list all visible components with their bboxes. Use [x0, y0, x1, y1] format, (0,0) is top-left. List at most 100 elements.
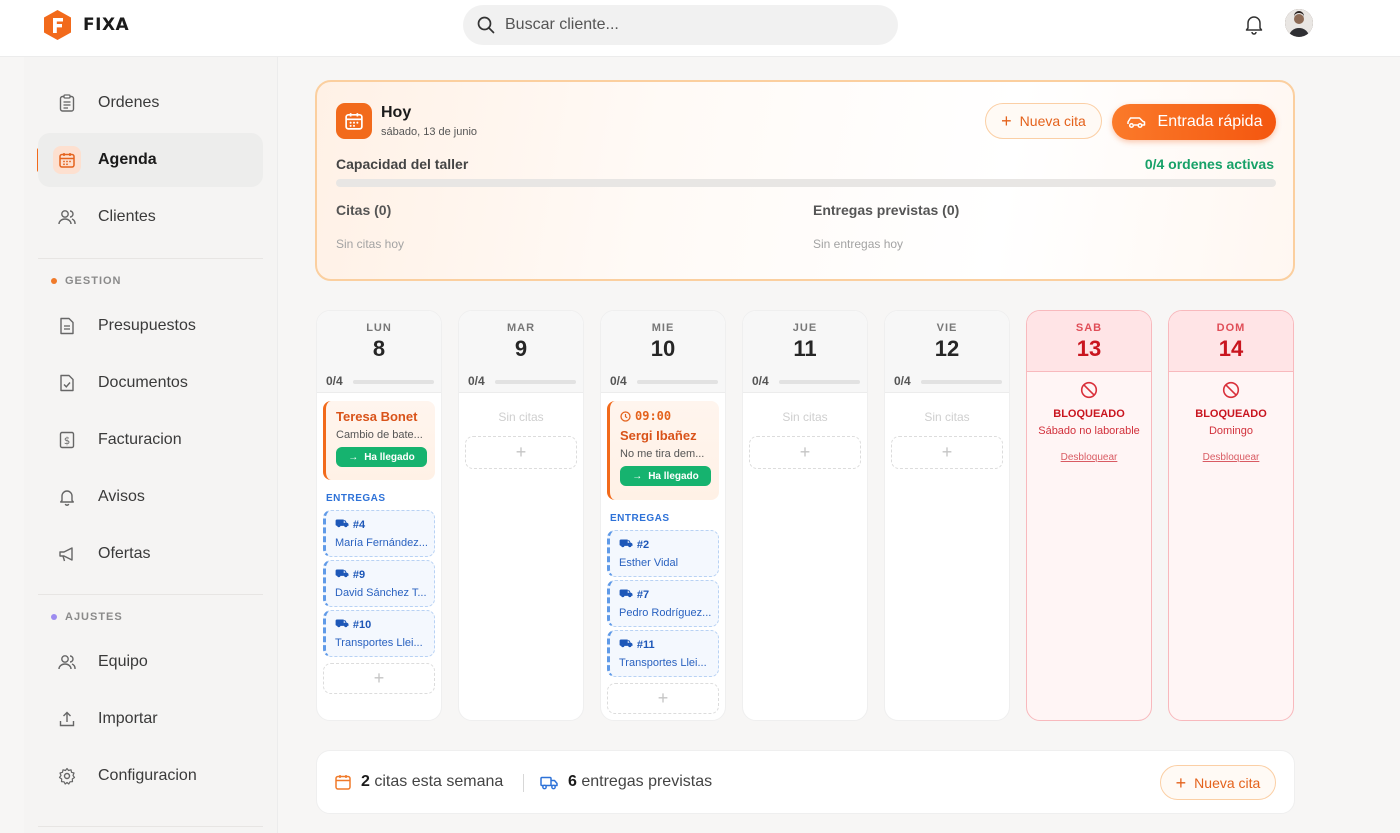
deliveries-summary-label: entregas previstas: [581, 773, 713, 790]
add-appointment-slot[interactable]: +: [465, 436, 577, 469]
day-name: LUN: [366, 322, 392, 334]
search-input[interactable]: [505, 16, 865, 34]
delivery-number: #2: [636, 539, 650, 551]
appointments-summary-text: 2 citas esta semana: [361, 773, 503, 791]
sidebar-item-ordenes[interactable]: Ordenes: [38, 76, 263, 130]
search-icon: [477, 16, 495, 34]
plus-icon: +: [1001, 111, 1012, 131]
section-label-ajustes: AJUSTES: [51, 611, 123, 623]
blocked-icon: [1222, 381, 1240, 399]
svg-text:$: $: [64, 436, 70, 447]
button-label: Nueva cita: [1019, 113, 1086, 129]
truck-icon: ⛟: [619, 588, 633, 600]
new-appointment-button[interactable]: + Nueva cita: [985, 103, 1102, 139]
button-label: Entrada rápida: [1157, 113, 1263, 130]
divider: [38, 826, 263, 827]
clipboard-icon: [58, 94, 76, 112]
arrow-right-icon: →: [632, 470, 643, 482]
day-capacity: 0/4: [743, 373, 867, 393]
day-column-sun: DOM 14 BLOQUEADO Domingo Desbloquear: [1168, 310, 1294, 721]
sidebar-item-facturacion[interactable]: $ Facturacion: [38, 413, 263, 467]
delivery-card[interactable]: ⛟ #9 David Sánchez T...: [323, 560, 435, 607]
calendar-icon: [335, 775, 351, 790]
sidebar-item-label: Ofertas: [98, 545, 151, 562]
appointment-time: 09:00: [620, 409, 719, 423]
unblock-link[interactable]: Desbloquear: [1027, 452, 1151, 463]
day-number: 12: [934, 336, 960, 361]
day-number: 14: [1218, 336, 1244, 361]
add-appointment-slot[interactable]: +: [891, 436, 1003, 469]
day-name: MIE: [651, 322, 675, 334]
sidebar-item-label: Ordenes: [98, 94, 160, 111]
deliveries-label: ENTREGAS: [326, 493, 386, 504]
delivery-card[interactable]: ⛟ #10 Transportes Llei...: [323, 610, 435, 657]
delivery-client: David Sánchez T...: [335, 587, 427, 599]
deliveries-summary: 6 entregas previstas: [540, 773, 712, 791]
sidebar-item-avisos[interactable]: Avisos: [38, 470, 263, 524]
delivery-id: ⛟ #11: [619, 638, 718, 652]
blocked-icon: [1080, 381, 1098, 399]
day-number: 8: [372, 336, 386, 361]
sidebar-item-documentos[interactable]: Documentos: [38, 356, 263, 410]
delivery-id: ⛟ #2: [619, 538, 718, 552]
document-icon: [58, 317, 76, 335]
delivery-id: ⛟ #9: [335, 568, 434, 582]
sidebar-item-label: Equipo: [98, 653, 148, 670]
sidebar-item-presupuestos[interactable]: Presupuestos: [38, 299, 263, 353]
calendar-icon: [53, 146, 81, 174]
delivery-card[interactable]: ⛟ #11 Transportes Llei...: [607, 630, 719, 677]
delivery-card[interactable]: ⛟ #4 María Fernández...: [323, 510, 435, 557]
search-bar[interactable]: [463, 5, 898, 45]
day-header: VIE 12: [885, 311, 1009, 373]
delivery-number: #11: [636, 639, 655, 651]
appointment-card[interactable]: Teresa Bonet Cambio de bate... → Ha lleg…: [323, 401, 435, 480]
notifications-bell-icon[interactable]: [1243, 13, 1265, 35]
day-capacity-value: 0/4: [468, 374, 485, 388]
users-icon: [58, 208, 76, 226]
appointments-title: Citas (0): [336, 202, 392, 218]
deliveries-count: 6: [568, 773, 577, 790]
car-icon: [1126, 117, 1145, 129]
sidebar-item-agenda[interactable]: Agenda: [38, 133, 263, 187]
appointments-summary-label: citas esta semana: [374, 773, 504, 790]
sidebar-item-label: Agenda: [98, 151, 157, 168]
sidebar-item-label: Configuracion: [98, 767, 197, 784]
upload-icon: [58, 710, 76, 728]
day-name: SAB: [1075, 322, 1103, 334]
arrived-button[interactable]: → Ha llegado: [620, 466, 711, 486]
sidebar-item-clientes[interactable]: Clientes: [38, 190, 263, 244]
calendar-icon: [336, 103, 372, 139]
blocked-label: BLOQUEADO: [1195, 408, 1267, 420]
day-column-mon: LUN 8 0/4 Teresa Bonet Cambio de bate...…: [316, 310, 442, 721]
logo-icon: [44, 10, 71, 40]
delivery-card[interactable]: ⛟ #7 Pedro Rodríguez...: [607, 580, 719, 627]
new-appointment-footer-button[interactable]: + Nueva cita: [1160, 765, 1276, 800]
day-header: MIE 10: [601, 311, 725, 373]
sidebar-item-equipo[interactable]: Equipo: [38, 635, 263, 689]
sidebar-item-ofertas[interactable]: Ofertas: [38, 527, 263, 581]
unblock-link[interactable]: Desbloquear: [1169, 452, 1293, 463]
user-avatar[interactable]: [1285, 9, 1313, 37]
arrived-button[interactable]: → Ha llegado: [336, 447, 427, 467]
blocked-label: BLOQUEADO: [1053, 408, 1125, 420]
add-appointment-slot[interactable]: +: [323, 663, 435, 694]
day-capacity: 0/4: [317, 373, 441, 393]
quick-entry-button[interactable]: Entrada rápida: [1112, 104, 1276, 140]
sidebar-item-configuracion[interactable]: Configuracion: [38, 749, 263, 803]
divider: [38, 594, 263, 595]
delivery-card[interactable]: ⛟ #2 Esther Vidal: [607, 530, 719, 577]
appointment-card[interactable]: 09:00 Sergi Ibañez No me tira dem... → H…: [607, 401, 719, 500]
no-appointments-text: Sin citas: [498, 410, 544, 424]
today-panel: Hoy sábado, 13 de junio + Nueva cita Ent…: [315, 80, 1295, 281]
today-title: Hoy: [381, 104, 412, 121]
logo[interactable]: FIXA: [44, 10, 129, 40]
capacity-value: 0/4 ordenes activas: [1144, 156, 1274, 172]
capacity-progress-bar: [336, 179, 1276, 187]
sidebar-item-importar[interactable]: Importar: [38, 692, 263, 746]
day-capacity-value: 0/4: [894, 374, 911, 388]
add-appointment-slot[interactable]: +: [749, 436, 861, 469]
day-capacity-bar: [495, 380, 576, 384]
delivery-id: ⛟ #7: [619, 588, 718, 602]
day-capacity: 0/4: [459, 373, 583, 393]
add-appointment-slot[interactable]: +: [607, 683, 719, 714]
